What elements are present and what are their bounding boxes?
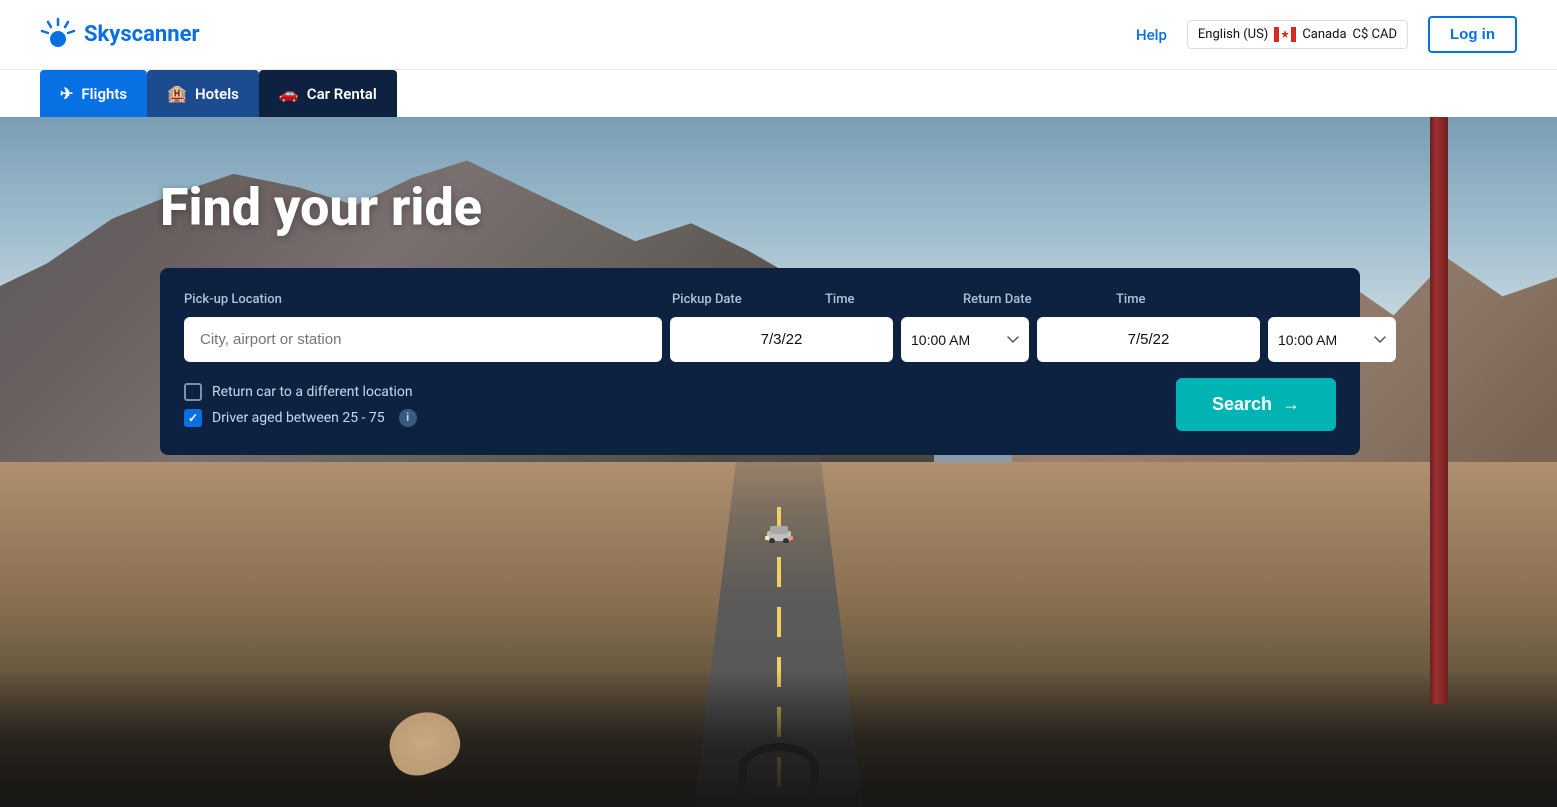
- checkmark-icon: ✓: [188, 411, 198, 425]
- tab-car-rental[interactable]: 🚗 Car Rental: [259, 70, 397, 117]
- arrow-right-icon: →: [1282, 394, 1300, 415]
- pickup-date-label: Pickup Date: [672, 292, 817, 307]
- pickup-time-label: Time: [825, 292, 955, 307]
- driver-age-info-icon[interactable]: i: [399, 409, 417, 427]
- locale-text: English (US): [1198, 27, 1268, 42]
- hero-title: Find your ride: [160, 177, 1397, 238]
- form-options: Return car to a different location ✓ Dri…: [184, 378, 1336, 431]
- steering-wheel: [739, 743, 819, 793]
- form-checkboxes: Return car to a different location ✓ Dri…: [184, 383, 417, 427]
- hotels-icon: 🏨: [167, 84, 187, 103]
- help-link[interactable]: Help: [1136, 26, 1167, 44]
- return-different-checkbox-row[interactable]: Return car to a different location: [184, 383, 417, 401]
- return-date-input[interactable]: [1037, 317, 1260, 362]
- header-right: Help English (US) Canada C$ CAD Log in: [1136, 16, 1517, 53]
- currency-text: C$ CAD: [1353, 27, 1397, 42]
- logo: Skyscanner: [40, 17, 200, 53]
- return-different-label: Return car to a different location: [212, 384, 413, 400]
- return-time-select[interactable]: 8:00 AM 9:00 AM 10:00 AM 11:00 AM 12:00 …: [1268, 317, 1396, 362]
- country-text: Canada: [1302, 27, 1346, 42]
- driver-age-checkbox[interactable]: ✓: [184, 409, 202, 427]
- driver-age-label: Driver aged between 25 - 75: [212, 410, 385, 426]
- hero-content: Find your ride Pick-up Location Pickup D…: [0, 177, 1557, 455]
- hero-section: Find your ride Pick-up Location Pickup D…: [0, 117, 1557, 807]
- return-date-label: Return Date: [963, 292, 1108, 307]
- flights-icon: ✈: [60, 84, 73, 103]
- return-different-checkbox[interactable]: [184, 383, 202, 401]
- login-button[interactable]: Log in: [1428, 16, 1517, 53]
- car-rental-icon: 🚗: [279, 84, 299, 103]
- search-form: Pick-up Location Pickup Date Time Return…: [160, 268, 1360, 455]
- form-labels: Pick-up Location Pickup Date Time Return…: [184, 292, 1336, 307]
- tab-flights-label: Flights: [81, 85, 127, 103]
- return-time-label: Time: [1116, 292, 1246, 307]
- tab-hotels-label: Hotels: [195, 85, 239, 103]
- pickup-date-input[interactable]: [670, 317, 893, 362]
- driver-age-checkbox-row[interactable]: ✓ Driver aged between 25 - 75 i: [184, 409, 417, 427]
- pickup-location-input[interactable]: [184, 317, 662, 362]
- distant-car: [765, 523, 793, 547]
- pickup-location-label: Pick-up Location: [184, 292, 664, 307]
- tab-hotels[interactable]: 🏨 Hotels: [147, 70, 259, 117]
- locale-selector[interactable]: English (US) Canada C$ CAD: [1187, 20, 1408, 49]
- logo-text: Skyscanner: [84, 22, 200, 47]
- tab-flights[interactable]: ✈ Flights: [40, 70, 147, 117]
- search-label: Search: [1212, 394, 1272, 415]
- form-inputs: 8:00 AM 9:00 AM 10:00 AM 11:00 AM 12:00 …: [184, 317, 1336, 362]
- header: Skyscanner Help English (US) Canada C$ C…: [0, 0, 1557, 70]
- nav-tabs: ✈ Flights 🏨 Hotels 🚗 Car Rental: [0, 70, 1557, 117]
- logo-icon: [40, 17, 76, 53]
- pickup-time-select[interactable]: 8:00 AM 9:00 AM 10:00 AM 11:00 AM 12:00 …: [901, 317, 1029, 362]
- canada-flag-icon: [1274, 27, 1296, 42]
- tab-car-rental-label: Car Rental: [307, 85, 377, 103]
- search-button[interactable]: Search →: [1176, 378, 1336, 431]
